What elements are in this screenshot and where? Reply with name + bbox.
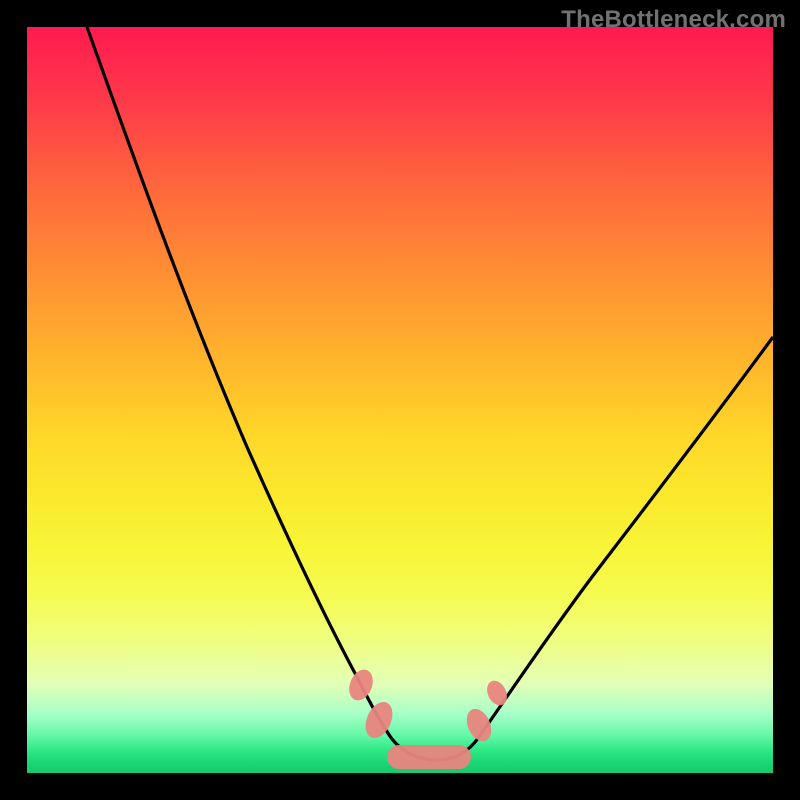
plot-area xyxy=(27,27,773,773)
blob-left-upper xyxy=(345,666,377,704)
curve-right-branch xyxy=(479,337,773,737)
chart-svg xyxy=(27,27,773,773)
curve-left-branch xyxy=(87,27,392,739)
chart-frame: TheBottleneck.com xyxy=(0,0,800,800)
watermark-text: TheBottleneck.com xyxy=(561,6,786,34)
blob-right-upper xyxy=(483,677,511,708)
blob-left-lower xyxy=(360,698,397,742)
blob-right-lower xyxy=(462,705,496,745)
